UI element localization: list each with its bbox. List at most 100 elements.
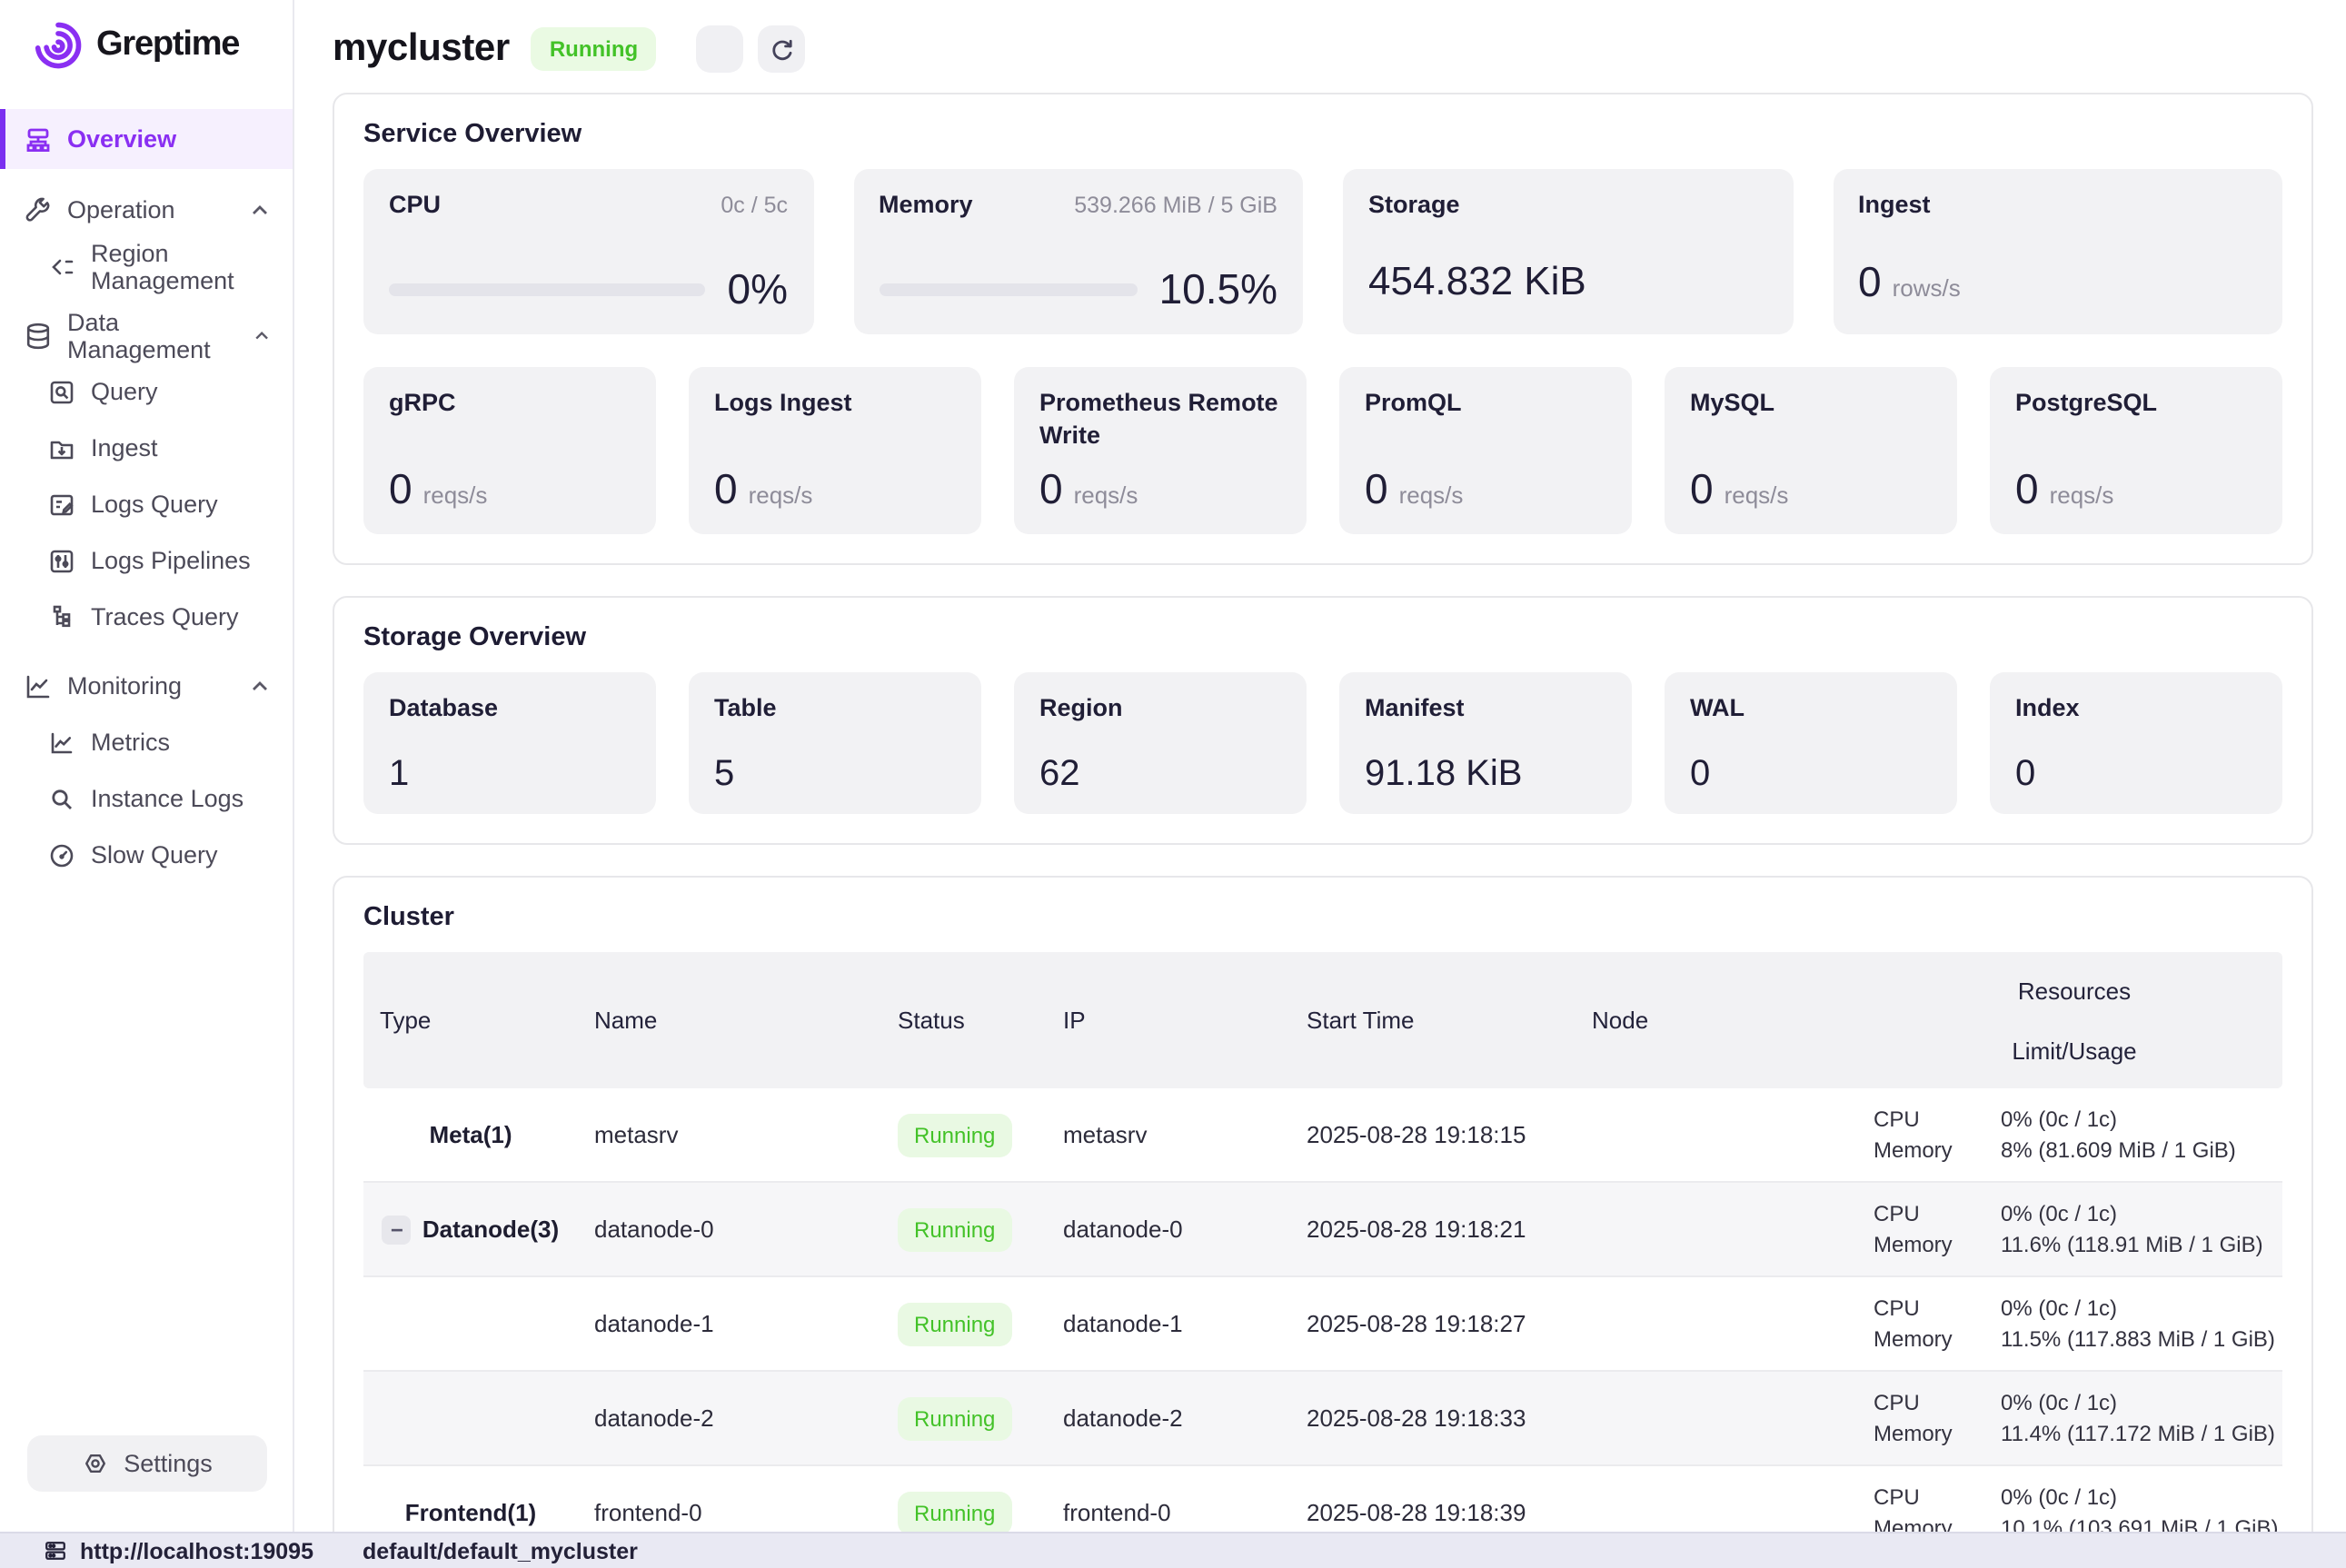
cpu-resource-value: 0% (0c / 1c)	[2001, 1484, 2282, 1510]
row-start-time: 2025-08-28 19:18:21	[1290, 1216, 1576, 1243]
row-ip: datanode-0	[1047, 1216, 1290, 1243]
table-row-frontend-0: Frontend(1) frontend-0 Running frontend-…	[363, 1466, 2282, 1532]
storage-card: Storage 454.832 KiB	[1343, 169, 1793, 334]
postgresql-card: PostgreSQL 0reqs/s	[1990, 367, 2282, 534]
region-label: Region	[1039, 694, 1123, 721]
traces-query-icon	[47, 602, 76, 631]
logs-ingest-card: Logs Ingest 0reqs/s	[689, 367, 981, 534]
status-badge: Running	[898, 1396, 1011, 1440]
row-resources: CPU0% (0c / 1c) Memory11.6% (118.91 MiB …	[1866, 1201, 2282, 1257]
memory-resource-value: 11.4% (117.172 MiB / 1 GiB)	[2001, 1421, 2282, 1446]
status-badge: Running	[898, 1491, 1011, 1532]
database-card: Database 1	[363, 672, 656, 814]
memory-resource-label: Memory	[1874, 1421, 2001, 1446]
current-database: default/default_mycluster	[363, 1538, 638, 1563]
sidebar: Greptime Overview O	[0, 0, 294, 1532]
query-icon	[47, 377, 76, 406]
cpu-progress-bar	[389, 283, 706, 296]
prometheus-remote-write-unit: reqs/s	[1074, 481, 1138, 509]
memory-resource-value: 11.5% (117.883 MiB / 1 GiB)	[2001, 1326, 2282, 1352]
sidebar-item-ingest[interactable]: Ingest	[0, 420, 293, 476]
wrench-icon	[24, 195, 53, 224]
row-ip: datanode-2	[1047, 1404, 1290, 1432]
memory-resource-label: Memory	[1874, 1326, 2001, 1352]
row-start-time: 2025-08-28 19:18:15	[1290, 1121, 1576, 1148]
row-type: Datanode(3)	[422, 1216, 559, 1243]
sidebar-item-region-management[interactable]: Region Management	[0, 238, 293, 294]
search-icon	[47, 784, 76, 813]
settings-button[interactable]: Settings	[27, 1435, 267, 1492]
memory-resource-value: 10.1% (103.691 MiB / 1 GiB)	[2001, 1515, 2282, 1532]
memory-progress-bar	[879, 283, 1138, 296]
storage-value: 454.832 KiB	[1368, 258, 1767, 305]
collapse-button[interactable]: −	[383, 1215, 412, 1244]
header-action-button[interactable]	[696, 25, 743, 73]
promql-value: 0	[1365, 465, 1388, 514]
cluster-section-title: Cluster	[363, 903, 2282, 932]
sidebar-item-overview[interactable]: Overview	[0, 109, 293, 169]
wal-label: WAL	[1690, 694, 1745, 721]
table-row-datanode-2: datanode-2 Running datanode-2 2025-08-28…	[363, 1372, 2282, 1466]
grpc-value: 0	[389, 465, 413, 514]
grpc-card: gRPC 0reqs/s	[363, 367, 656, 534]
service-overview-top-cards: CPU 0c / 5c 0% Memory 539.266 MiB / 5 Gi…	[363, 169, 2282, 334]
sidebar-item-label: Overview	[67, 125, 176, 153]
grpc-label: gRPC	[389, 387, 631, 420]
memory-resource-label: Memory	[1874, 1232, 2001, 1257]
logs-ingest-unit: reqs/s	[749, 481, 813, 509]
sidebar-item-monitoring[interactable]: Monitoring	[0, 658, 293, 714]
refresh-icon	[768, 35, 795, 63]
status-badge: Running	[898, 1302, 1011, 1345]
column-type: Type	[363, 1007, 578, 1034]
table-row-meta: Meta(1) metasrv Running metasrv 2025-08-…	[363, 1088, 2282, 1183]
sidebar-item-logs-query[interactable]: Logs Query	[0, 476, 293, 532]
sidebar-item-data-management[interactable]: Data Management	[0, 307, 293, 363]
sidebar-item-label: Logs Query	[91, 491, 218, 518]
service-overview-panel: Service Overview CPU 0c / 5c 0% Memory	[333, 93, 2313, 565]
column-name: Name	[578, 1007, 881, 1034]
database-label: Database	[389, 694, 498, 721]
speedometer-icon	[47, 840, 76, 869]
sidebar-item-query[interactable]: Query	[0, 363, 293, 420]
settings-label: Settings	[124, 1450, 213, 1477]
gear-icon	[82, 1450, 109, 1477]
sidebar-item-traces-query[interactable]: Traces Query	[0, 589, 293, 645]
status-badge: Running	[898, 1207, 1011, 1251]
logs-ingest-label: Logs Ingest	[714, 387, 956, 420]
ingest-unit: rows/s	[1893, 274, 1961, 302]
memory-label: Memory	[879, 189, 973, 222]
manifest-card: Manifest 91.18 KiB	[1339, 672, 1632, 814]
sidebar-item-slow-query[interactable]: Slow Query	[0, 827, 293, 883]
chevron-up-icon	[249, 675, 271, 697]
greptime-logo-icon	[31, 18, 85, 73]
row-name: datanode-0	[578, 1216, 881, 1243]
promql-label: PromQL	[1365, 387, 1606, 420]
cluster-status-badge: Running	[532, 27, 656, 71]
manifest-value: 91.18 KiB	[1365, 755, 1606, 797]
region-value: 62	[1039, 755, 1281, 797]
cpu-resource-value: 0% (0c / 1c)	[2001, 1107, 2282, 1132]
wal-card: WAL 0	[1665, 672, 1957, 814]
promql-unit: reqs/s	[1399, 481, 1464, 509]
memory-card: Memory 539.266 MiB / 5 GiB 10.5%	[853, 169, 1303, 334]
logs-query-icon	[47, 490, 76, 519]
table-row-datanode-0: − Datanode(3) datanode-0 Running datanod…	[363, 1183, 2282, 1277]
app-window: Greptime Overview O	[0, 0, 2346, 1568]
sidebar-item-label: Metrics	[91, 729, 170, 756]
sidebar-item-logs-pipelines[interactable]: Logs Pipelines	[0, 532, 293, 589]
storage-overview-panel: Storage Overview Database 1 Table 5 Regi…	[333, 596, 2313, 845]
prometheus-remote-write-value: 0	[1039, 465, 1063, 514]
sidebar-item-metrics[interactable]: Metrics	[0, 714, 293, 770]
refresh-button[interactable]	[758, 25, 805, 73]
logs-pipelines-icon	[47, 546, 76, 575]
cpu-resource-label: CPU	[1874, 1390, 2001, 1415]
sidebar-item-operation[interactable]: Operation	[0, 182, 293, 238]
sidebar-item-instance-logs[interactable]: Instance Logs	[0, 770, 293, 827]
row-start-time: 2025-08-28 19:18:33	[1290, 1404, 1576, 1432]
metrics-icon	[47, 728, 76, 757]
region-card: Region 62	[1014, 672, 1307, 814]
sidebar-item-label: Monitoring	[67, 672, 182, 700]
sidebar-item-label: Data Management	[67, 308, 238, 362]
storage-overview-cards: Database 1 Table 5 Region 62 Manifest 91…	[363, 672, 2282, 814]
service-overview-title: Service Overview	[363, 120, 2282, 149]
